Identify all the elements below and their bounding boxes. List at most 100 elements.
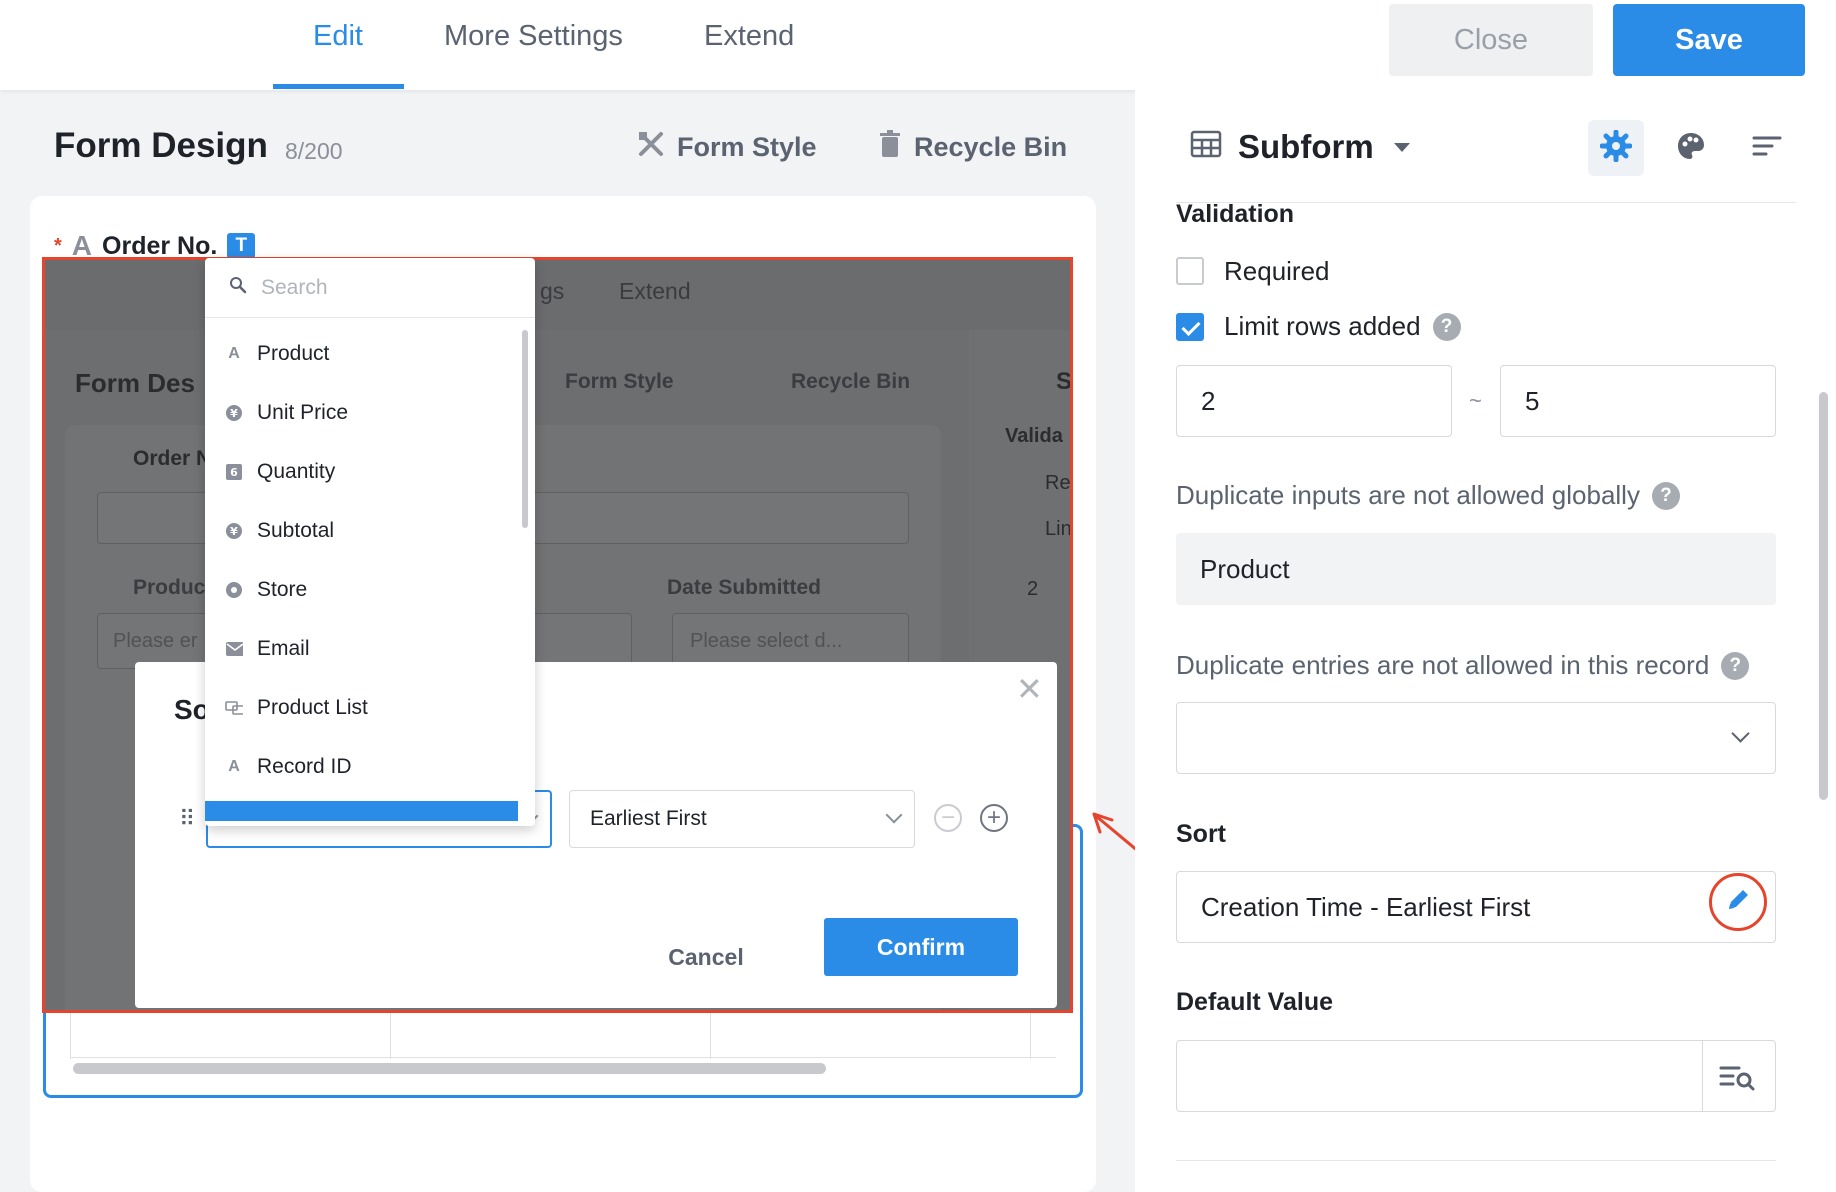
page-title: Form Design (54, 126, 268, 165)
dropdown-item-email[interactable]: Email (225, 629, 310, 669)
limit-rows-text: Limit rows added (1224, 311, 1421, 341)
embedded-panel-letter: S (1056, 368, 1073, 395)
required-checkbox[interactable] (1176, 257, 1204, 285)
validation-heading: Validation (1176, 200, 1295, 228)
form-style-label: Form Style (677, 132, 817, 162)
dropdown-item-product[interactable]: A Product (225, 334, 329, 374)
dropdown-item-record-id[interactable]: A Record ID (225, 747, 351, 787)
text-type-badge: T (227, 233, 256, 259)
embedded-date-placeholder: Please select d... (690, 630, 843, 652)
svg-text:6: 6 (230, 466, 238, 479)
form-style-button[interactable]: Form Style (637, 130, 817, 165)
field-count: 8/200 (285, 138, 343, 164)
embedded-tab-extend: Extend (619, 278, 691, 304)
sort-field[interactable]: Creation Time - Earliest First (1176, 871, 1776, 943)
embedded-required: Re (1045, 472, 1071, 494)
help-icon[interactable]: ? (1432, 312, 1461, 341)
save-button[interactable]: Save (1613, 4, 1805, 76)
dropdown-item-label: Quantity (257, 460, 336, 483)
chevron-down-icon (885, 806, 903, 824)
top-navigation-bar: Edit More Settings Extend Close Save (0, 0, 1836, 90)
confirm-button[interactable]: Confirm (824, 918, 1018, 976)
subform-table-row (70, 1010, 1056, 1059)
sort-order-value: Earliest First (590, 807, 707, 830)
component-selector[interactable]: Subform (1190, 128, 1410, 166)
link-icon (225, 699, 243, 717)
required-star: * (54, 234, 62, 257)
limit-rows-checkbox[interactable] (1176, 313, 1204, 341)
embedded-validation: Valida (1005, 425, 1063, 447)
edit-sort-button[interactable] (1709, 873, 1767, 931)
help-icon[interactable]: ? (1651, 481, 1680, 510)
tab-edit[interactable]: Edit (313, 20, 363, 53)
dropdown-item-label: Subtotal (257, 519, 335, 542)
default-value-input[interactable] (1176, 1040, 1776, 1112)
tab-more-settings[interactable]: More Settings (444, 20, 623, 53)
close-button[interactable]: Close (1389, 4, 1593, 76)
formula-search-icon[interactable] (1717, 1061, 1759, 1098)
table-icon (1190, 128, 1222, 166)
radio-icon (225, 581, 243, 599)
drag-handle-icon[interactable]: ⠿ (179, 806, 195, 832)
field-dropdown-menu: Search A Product ¥ Unit Price 6 Quantity… (205, 258, 535, 826)
horizontal-scrollbar[interactable] (73, 1063, 826, 1074)
search-placeholder: Search (261, 275, 328, 299)
email-icon (225, 640, 243, 658)
dropdown-item-label: Email (257, 637, 310, 660)
palette-icon (1675, 130, 1707, 167)
limit-min-input[interactable]: 2 (1176, 365, 1452, 437)
dropdown-item-unit-price[interactable]: ¥ Unit Price (225, 393, 348, 433)
tab-extend[interactable]: Extend (704, 20, 794, 53)
text-icon: A (228, 758, 240, 775)
dup-record-label: Duplicate entries are not allowed in thi… (1176, 650, 1750, 681)
dropdown-item-store[interactable]: Store (225, 570, 307, 610)
dropdown-item-label: Unit Price (257, 401, 349, 424)
currency-icon: ¥ (225, 404, 243, 422)
recycle-bin-button[interactable]: Recycle Bin (878, 130, 1067, 165)
recycle-bin-label: Recycle Bin (914, 132, 1068, 162)
dropdown-item-label: Product (257, 342, 330, 365)
dropdown-scrollbar[interactable] (522, 330, 528, 528)
cancel-button[interactable]: Cancel (640, 930, 772, 984)
column-divider (1030, 1011, 1031, 1059)
dup-record-select[interactable] (1176, 702, 1776, 774)
dup-global-field[interactable]: Product (1176, 533, 1776, 605)
style-tab[interactable] (1671, 128, 1711, 168)
embedded-limit: Lin (1045, 518, 1072, 540)
required-text: Required (1224, 256, 1330, 286)
sort-order-select[interactable]: Earliest First (569, 790, 915, 848)
embedded-number: 2 (1027, 578, 1039, 600)
embedded-date-label: Date Submitted (667, 576, 822, 599)
active-tab-indicator (273, 84, 404, 89)
dropdown-item-label: Store (257, 578, 308, 601)
dropdown-item-label: Product List (257, 696, 368, 719)
dropdown-item-quantity[interactable]: 6 Quantity (225, 452, 335, 492)
dropdown-highlighted-item[interactable] (205, 801, 518, 821)
close-icon[interactable]: ✕ (1016, 670, 1043, 708)
range-separator: ~ (1469, 388, 1482, 413)
gear-icon (1599, 129, 1633, 167)
add-sort-rule-icon[interactable]: + (980, 804, 1008, 832)
text-icon: A (228, 345, 240, 362)
embedded-form-style: Form Style (565, 370, 674, 393)
dropdown-item-subtotal[interactable]: ¥ Subtotal (225, 511, 334, 551)
embedded-tab-fragment: gs (540, 278, 565, 304)
help-icon[interactable]: ? (1721, 651, 1750, 680)
column-divider (70, 1011, 71, 1059)
limit-max-input[interactable]: 5 (1500, 365, 1776, 437)
caret-down-icon (1393, 142, 1410, 152)
settings-tab[interactable] (1588, 120, 1644, 176)
dropdown-item-product-list[interactable]: Product List (225, 688, 368, 728)
outline-tab[interactable] (1747, 128, 1787, 168)
input-divider (1702, 1041, 1703, 1111)
panel-scrollbar[interactable] (1819, 392, 1828, 800)
svg-text:¥: ¥ (230, 525, 238, 538)
embedded-recycle-bin: Recycle Bin (791, 370, 911, 393)
number-icon: 6 (225, 463, 243, 481)
currency-icon: ¥ (225, 522, 243, 540)
dup-record-text: Duplicate entries are not allowed in thi… (1176, 650, 1710, 680)
remove-sort-rule-icon[interactable]: − (934, 804, 962, 832)
sort-heading: Sort (1176, 820, 1226, 848)
column-divider (710, 1011, 711, 1059)
dropdown-search[interactable]: Search (205, 258, 535, 318)
